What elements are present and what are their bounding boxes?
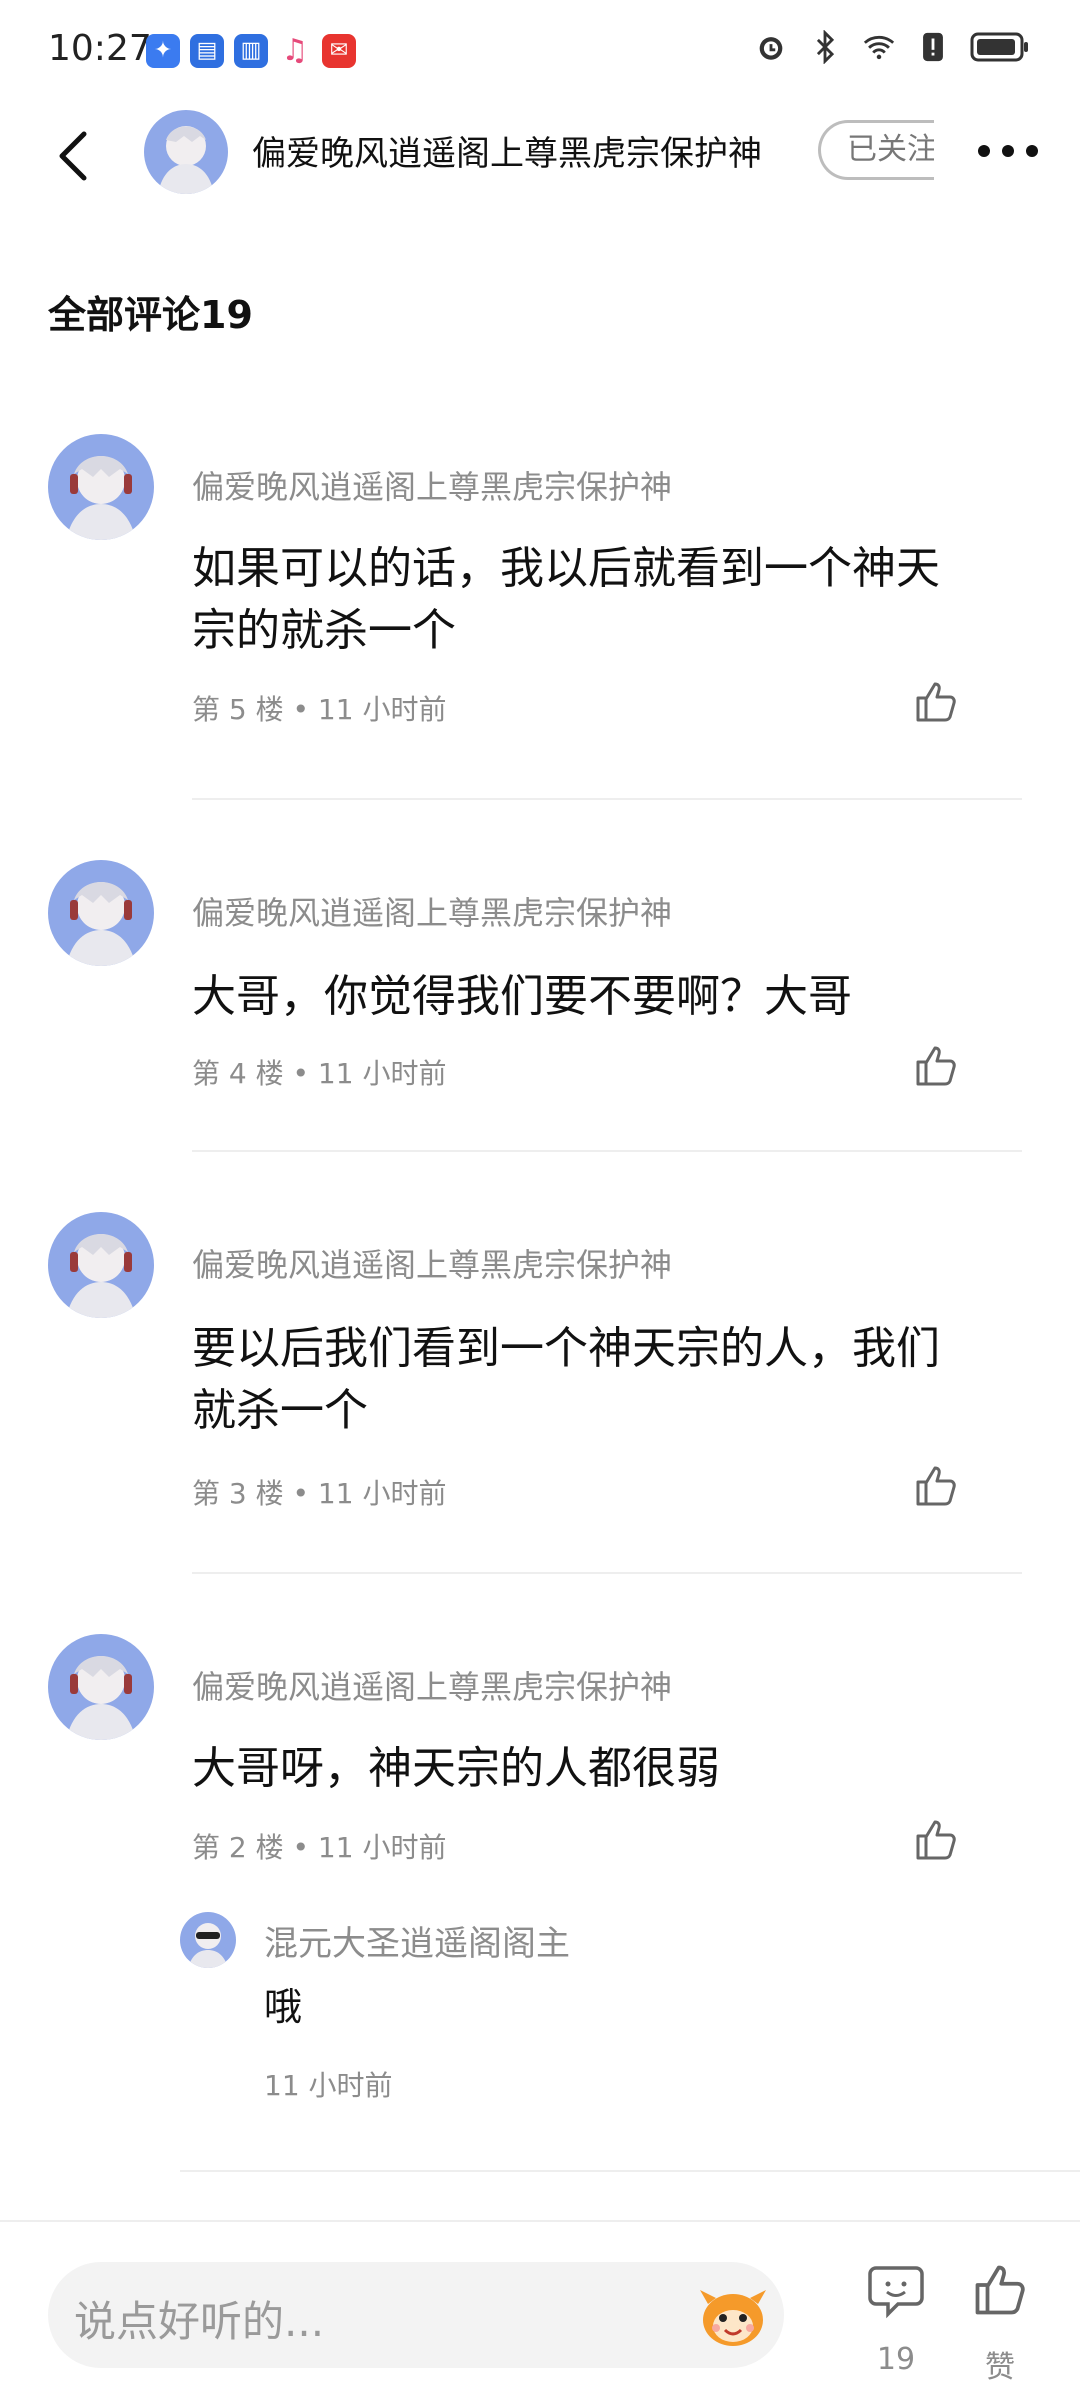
divider: [192, 798, 1022, 800]
mail-app-icon: ✉: [322, 34, 356, 68]
divider: [180, 2170, 1080, 2172]
alarm-icon: [759, 37, 783, 60]
like-label: 赞: [985, 2350, 1015, 2385]
bottom-bar: 说点好听的... 19 赞: [0, 2220, 1080, 2402]
comment-count: 19: [876, 2342, 916, 2377]
author-name[interactable]: 偏爱晚风逍遥阁上尊黑虎宗保护神: [252, 126, 792, 175]
commenter-avatar[interactable]: [48, 860, 154, 966]
status-time: 10:27: [48, 28, 152, 69]
comment-input-placeholder: 说点好听的...: [74, 2297, 325, 2346]
comment-meta: 第 2 楼 • 11 小时前: [192, 1831, 447, 1864]
emoji-sticker-icon[interactable]: [694, 2280, 772, 2352]
like-button[interactable]: 赞: [970, 2260, 1030, 2385]
commenter-name[interactable]: 偏爱晚风逍遥阁上尊黑虎宗保护神: [192, 888, 672, 934]
music-note-icon: ♫: [281, 33, 309, 68]
wifi-icon: [863, 35, 895, 60]
comment-text: 如果可以的话，我以后就看到一个神天宗的就杀一个: [192, 543, 940, 656]
bluetooth-icon: [816, 30, 835, 64]
follow-button[interactable]: 已关注: [818, 120, 934, 180]
comment-bubble-icon: [868, 2266, 924, 2319]
like-icon[interactable]: [912, 1042, 960, 1090]
comment-meta: 第 3 楼 • 11 小时前: [192, 1477, 447, 1510]
battery-icon: [970, 32, 1028, 62]
comments-section-title: 全部评论19: [48, 293, 253, 337]
comment-text: 要以后我们看到一个神天宗的人，我们就杀一个: [192, 1323, 940, 1436]
wing-app-icon: ✦: [146, 34, 180, 68]
commenter-avatar[interactable]: [48, 1212, 154, 1318]
commenter-name[interactable]: 偏爱晚风逍遥阁上尊黑虎宗保护神: [192, 462, 672, 508]
comment-text: 大哥呀，神天宗的人都很弱: [192, 1743, 720, 1794]
status-system-icons: [754, 30, 1030, 64]
document-app-icon: ▤: [190, 34, 224, 68]
reply-time: 11 小时前: [264, 2069, 393, 2102]
like-icon[interactable]: [912, 1462, 960, 1510]
status-bar: 10:27 ✦ ▤ ▥ ♫ ✉: [0, 0, 1080, 96]
comment-text: 大哥，你觉得我们要不要啊？大哥: [192, 971, 852, 1022]
commenter-avatar[interactable]: [48, 1634, 154, 1740]
status-app-icons: ✦ ▤ ▥ ♫ ✉: [146, 34, 356, 68]
comment-input[interactable]: 说点好听的...: [48, 2262, 784, 2368]
top-header: 偏爱晚风逍遥阁上尊黑虎宗保护神 已关注: [0, 96, 1080, 208]
commenter-name[interactable]: 偏爱晚风逍遥阁上尊黑虎宗保护神: [192, 1662, 672, 1708]
comment-count-button[interactable]: 19: [866, 2260, 926, 2377]
like-icon[interactable]: [912, 678, 960, 726]
reply-author-name[interactable]: 混元大圣逍遥阁阁主: [264, 1916, 570, 1965]
commenter-name[interactable]: 偏爱晚风逍遥阁上尊黑虎宗保护神: [192, 1240, 672, 1286]
comment-meta: 第 5 楼 • 11 小时前: [192, 693, 447, 726]
author-avatar[interactable]: [144, 110, 228, 194]
back-arrow-icon[interactable]: [52, 128, 92, 184]
divider: [192, 1572, 1022, 1574]
thumbs-up-icon: [975, 2265, 1025, 2315]
like-icon[interactable]: [912, 1816, 960, 1864]
alert-icon: [923, 32, 943, 62]
reply-avatar[interactable]: [180, 1912, 236, 1968]
more-options-icon[interactable]: [974, 136, 1042, 166]
commenter-avatar[interactable]: [48, 434, 154, 540]
reply-text: 哦: [264, 1985, 303, 2029]
comment-meta: 第 4 楼 • 11 小时前: [192, 1057, 447, 1090]
divider: [192, 1150, 1022, 1152]
document-app-icon-2: ▥: [234, 34, 268, 68]
